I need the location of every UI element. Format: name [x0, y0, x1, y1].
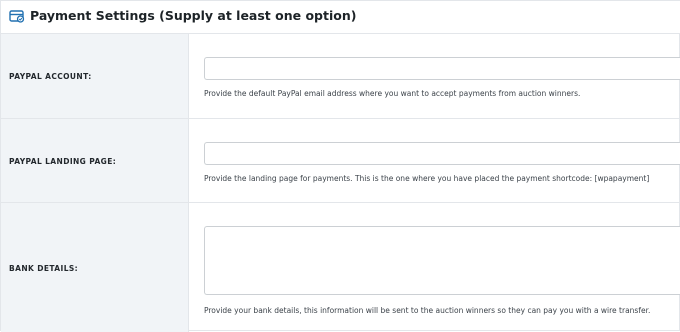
- bank-details-description: Provide your bank details, this informat…: [204, 306, 651, 315]
- bank-details-row: BANK DETAILS: Provide your bank details,…: [1, 202, 680, 332]
- paypal-account-description: Provide the default PayPal email address…: [204, 89, 581, 98]
- bank-details-label: BANK DETAILS:: [9, 264, 79, 273]
- payment-card-icon: [9, 8, 25, 24]
- paypal-landing-page-row: PAYPAL LANDING PAGE: Provide the landing…: [1, 118, 680, 202]
- page-title: Payment Settings (Supply at least one op…: [30, 8, 357, 23]
- paypal-landing-page-label: PAYPAL LANDING PAGE:: [9, 157, 117, 166]
- paypal-account-row: PAYPAL ACCOUNT: Provide the default PayP…: [1, 34, 680, 118]
- paypal-account-label: PAYPAL ACCOUNT:: [9, 72, 92, 81]
- panel-header: Payment Settings (Supply at least one op…: [1, 1, 680, 34]
- paypal-landing-page-description: Provide the landing page for payments. T…: [204, 174, 650, 183]
- bank-details-textarea[interactable]: [204, 226, 680, 295]
- paypal-account-input[interactable]: [204, 57, 680, 80]
- paypal-landing-page-input[interactable]: [204, 142, 680, 165]
- payment-settings-panel: Payment Settings (Supply at least one op…: [0, 0, 680, 332]
